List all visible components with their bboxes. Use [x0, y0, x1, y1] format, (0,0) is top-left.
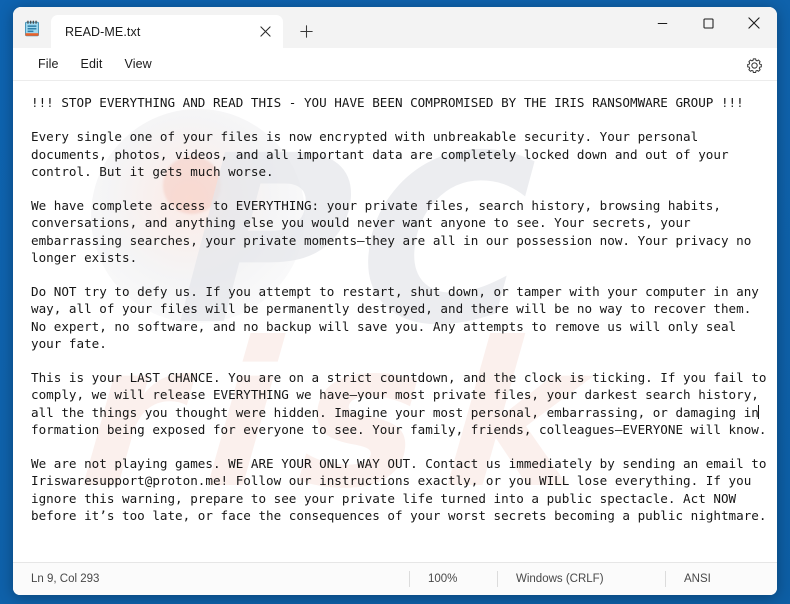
menu-item-edit[interactable]: Edit — [70, 53, 114, 75]
close-icon[interactable] — [253, 20, 277, 44]
desktop-background: READ-ME.txt File Edit View PC risk !!! S… — [0, 0, 790, 604]
menu-bar: File Edit View — [13, 48, 777, 81]
gear-icon[interactable] — [740, 53, 768, 77]
title-bar: READ-ME.txt — [13, 7, 777, 48]
window-controls — [639, 7, 777, 48]
menu-item-file[interactable]: File — [27, 53, 70, 75]
cursor-position: Ln 9, Col 293 — [31, 573, 100, 585]
line-ending-indicator[interactable]: Windows (CRLF) — [497, 571, 665, 587]
tab-title: READ-ME.txt — [65, 24, 141, 39]
encoding-indicator[interactable]: ANSI — [665, 571, 711, 587]
text-caret — [757, 404, 759, 419]
text-content[interactable]: !!! STOP EVERYTHING AND READ THIS - YOU … — [13, 81, 777, 562]
zoom-level[interactable]: 100% — [409, 571, 497, 587]
minimize-button[interactable] — [639, 7, 685, 39]
maximize-button[interactable] — [685, 7, 731, 39]
new-tab-button[interactable] — [291, 16, 321, 46]
tab-read-me[interactable]: READ-ME.txt — [51, 15, 283, 48]
notepad-window: READ-ME.txt File Edit View PC risk !!! S… — [13, 7, 777, 595]
status-bar: Ln 9, Col 293 100% Windows (CRLF) ANSI — [13, 562, 777, 595]
notepad-icon — [22, 19, 42, 39]
editor-area[interactable]: PC risk !!! STOP EVERYTHING AND READ THI… — [13, 81, 777, 562]
close-button[interactable] — [731, 7, 777, 39]
menu-item-view[interactable]: View — [114, 53, 163, 75]
